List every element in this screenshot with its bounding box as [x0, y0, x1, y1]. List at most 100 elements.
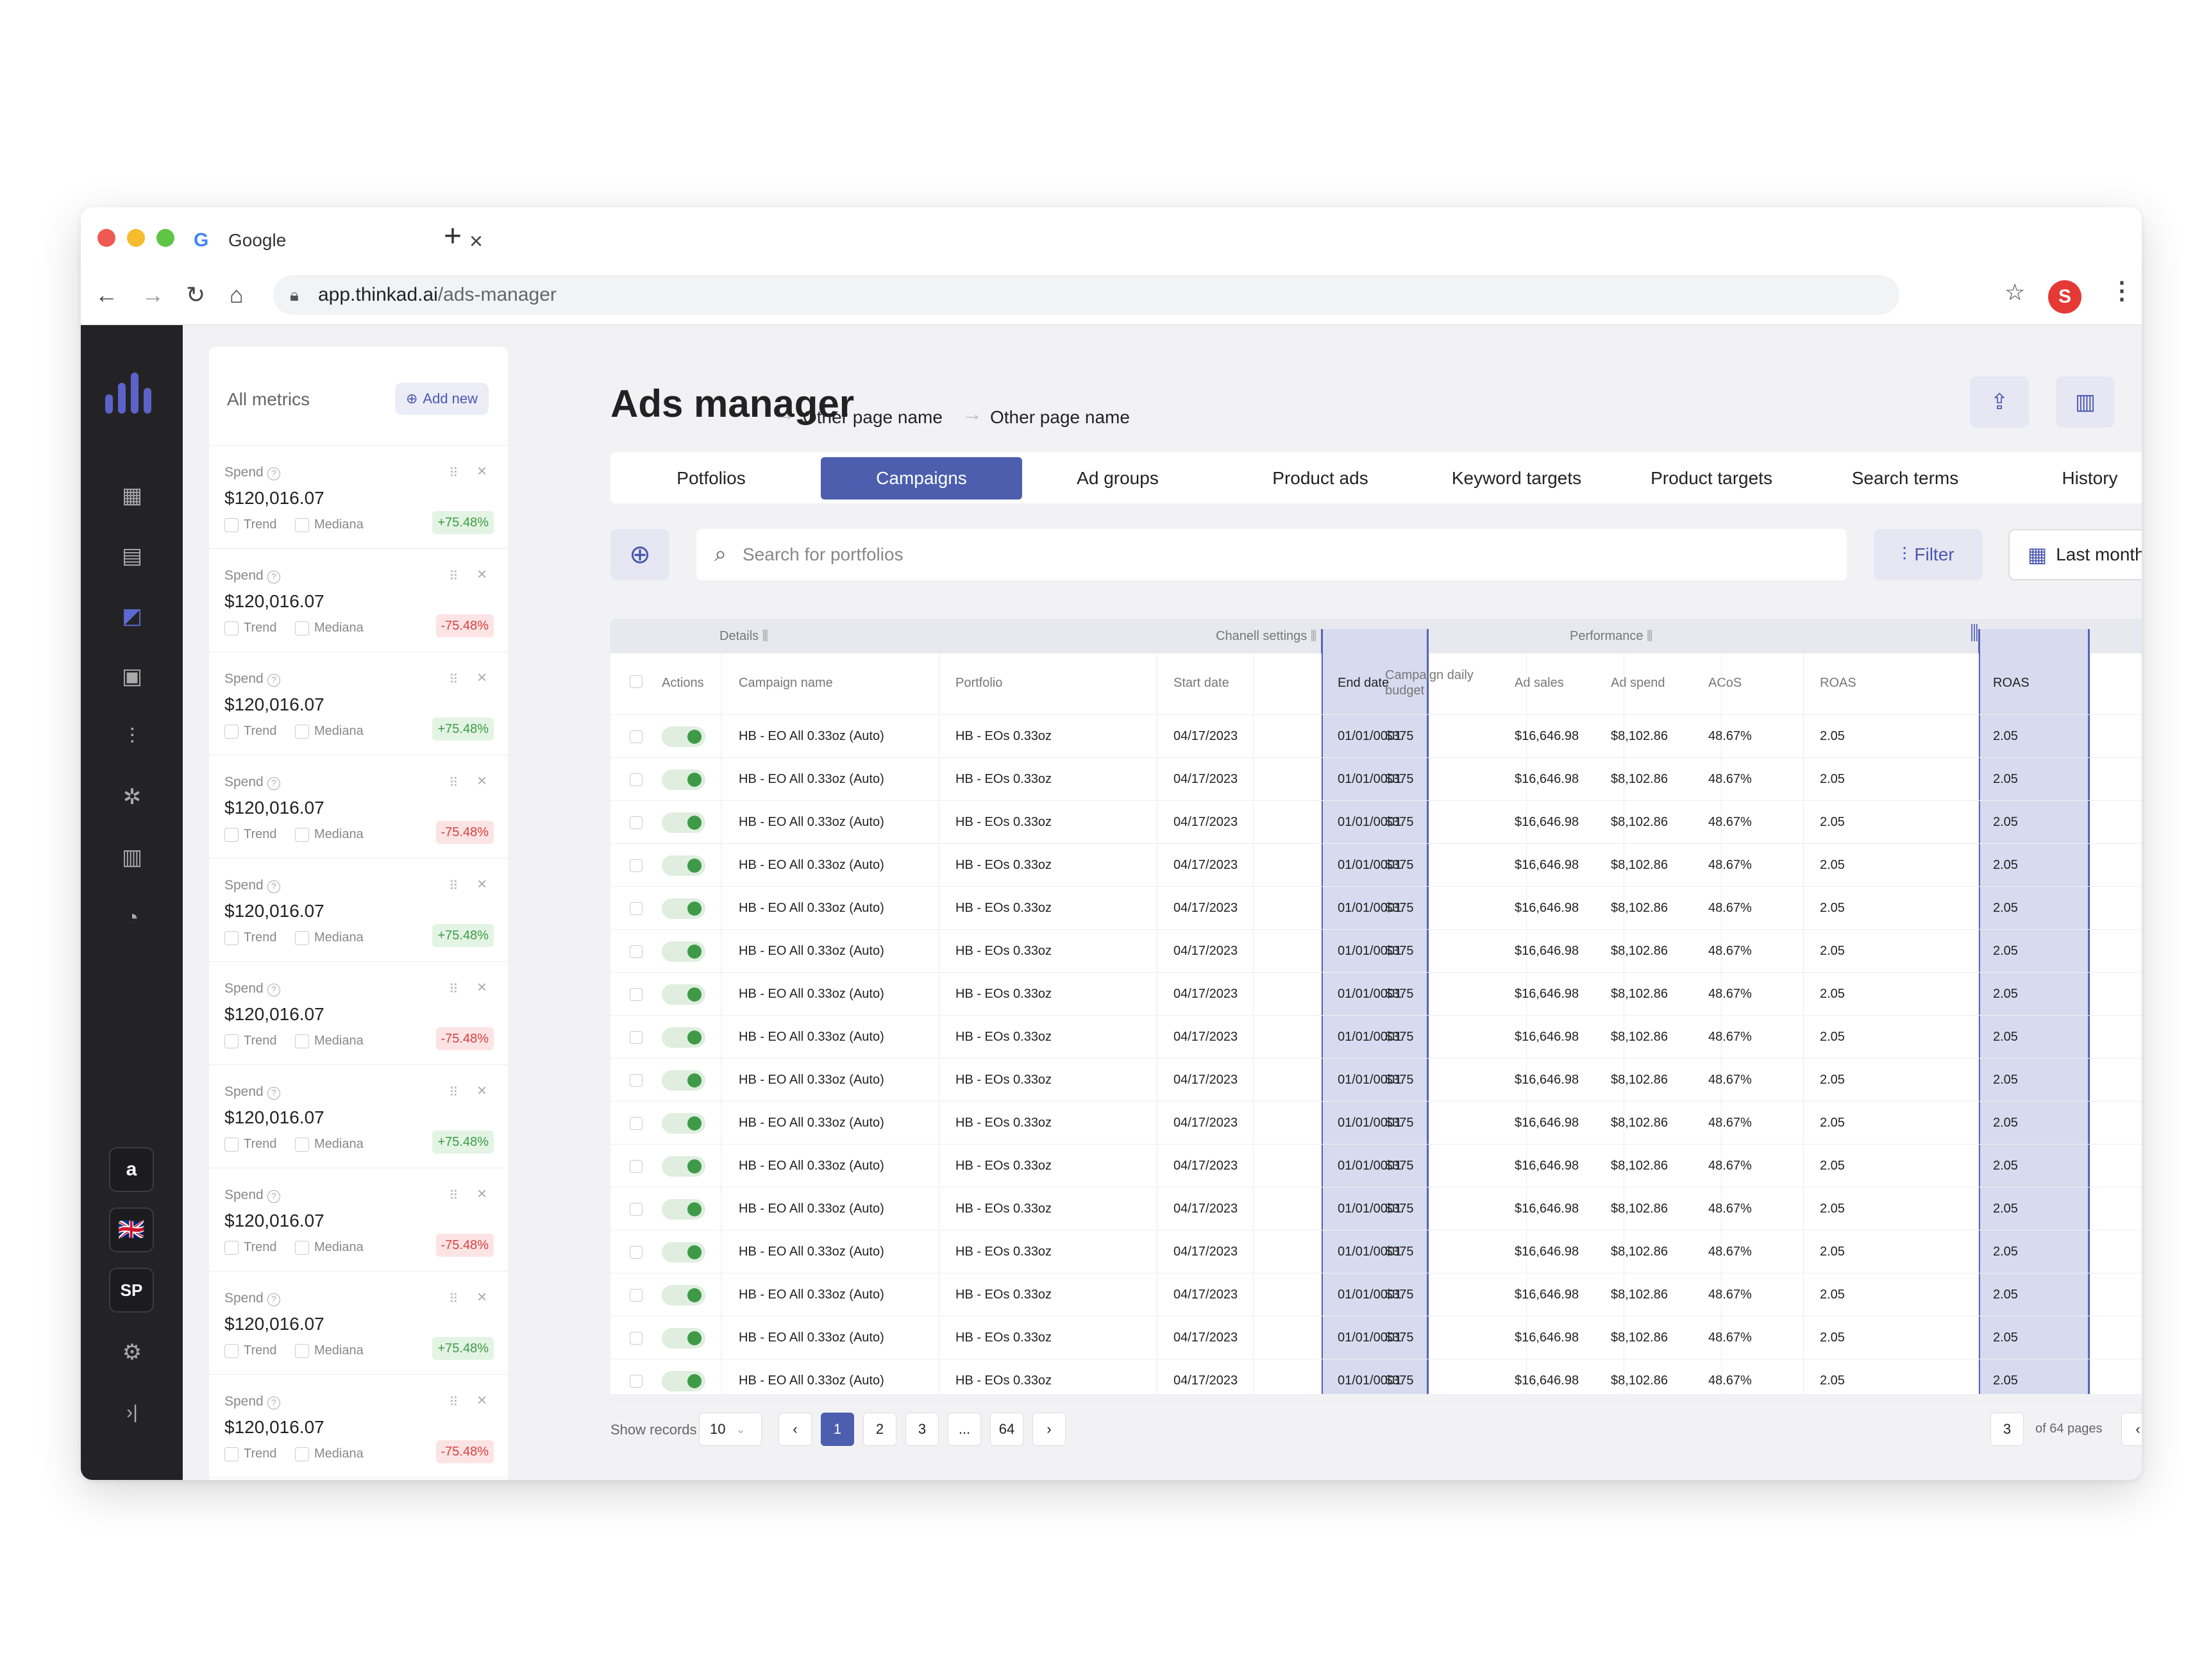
trend-option[interactable]: Trend [224, 1034, 277, 1048]
row-checkbox[interactable] [630, 1074, 643, 1087]
budget-cell[interactable]: $375 [1385, 1245, 1414, 1259]
growth-icon[interactable]: ⫶ [114, 719, 150, 755]
group-details[interactable]: Details ⫼ [719, 629, 768, 644]
help-icon[interactable]: ? [267, 674, 280, 687]
column-header-actions[interactable]: Actions [662, 675, 704, 691]
trend-checkbox[interactable] [224, 930, 239, 945]
mediana-option[interactable]: Mediana [295, 1034, 364, 1048]
status-toggle[interactable] [662, 941, 705, 962]
drag-handle-icon[interactable]: ⠿ [449, 878, 458, 894]
mediana-option[interactable]: Mediana [295, 930, 364, 945]
drag-handle-icon[interactable]: ⠿ [449, 981, 458, 997]
budget-cell[interactable]: $375 [1385, 1030, 1414, 1045]
columns-icon[interactable]: ⫼ [1647, 629, 1652, 643]
breadcrumb-item[interactable]: Other page name [990, 407, 1130, 428]
campaign-name-cell[interactable]: HB - EO All 0.33oz (Auto) [739, 987, 884, 1002]
trend-checkbox[interactable] [224, 1034, 239, 1048]
close-icon[interactable]: × [477, 564, 487, 584]
table-row[interactable]: HB - EO All 0.33oz (Auto) HB - EOs 0.33oz… [610, 930, 2142, 973]
trend-option[interactable]: Trend [224, 827, 277, 842]
row-checkbox[interactable] [630, 1031, 643, 1044]
mediana-option[interactable]: Mediana [295, 517, 364, 532]
expand-sidebar-icon[interactable]: ›| [114, 1395, 150, 1431]
row-checkbox[interactable] [630, 730, 643, 743]
mediana-checkbox[interactable] [295, 827, 309, 842]
row-checkbox[interactable] [630, 1160, 643, 1173]
page-button[interactable]: 64 [990, 1413, 1023, 1446]
help-icon[interactable]: ? [267, 984, 280, 996]
campaign-name-cell[interactable]: HB - EO All 0.33oz (Auto) [739, 1245, 884, 1259]
trend-option[interactable]: Trend [224, 930, 277, 945]
close-window-button[interactable] [97, 229, 115, 247]
row-checkbox[interactable] [630, 1332, 643, 1345]
status-toggle[interactable] [662, 855, 705, 876]
campaign-name-cell[interactable]: HB - EO All 0.33oz (Auto) [739, 1030, 884, 1045]
budget-cell[interactable]: $375 [1385, 815, 1414, 830]
uk-flag-icon[interactable]: 🇬🇧 [109, 1207, 154, 1252]
report-button[interactable]: ▥ [2056, 376, 2115, 428]
trend-checkbox[interactable] [224, 1240, 239, 1255]
metric-card[interactable]: Spend? ⠿ × $120,016.07 Trend Mediana -75… [209, 549, 508, 652]
dashboard-icon[interactable]: ▦ [114, 478, 150, 514]
column-header-campaign-name[interactable]: Campaign name [739, 675, 833, 691]
mediana-checkbox[interactable] [295, 1137, 309, 1152]
trend-option[interactable]: Trend [224, 1137, 277, 1152]
table-row[interactable]: HB - EO All 0.33oz (Auto) HB - EOs 0.33oz… [610, 1273, 2142, 1316]
mediana-checkbox[interactable] [295, 1343, 309, 1358]
archive-icon[interactable]: ▣ [114, 659, 150, 694]
add-new-metric-button[interactable]: ⊕ Add new [395, 383, 489, 415]
table-row[interactable]: HB - EO All 0.33oz (Auto) HB - EOs 0.33oz… [610, 887, 2142, 930]
campaign-name-cell[interactable]: HB - EO All 0.33oz (Auto) [739, 1373, 884, 1388]
tab-search-terms[interactable]: Search terms [1804, 457, 2006, 500]
close-icon[interactable]: × [477, 977, 487, 997]
mediana-option[interactable]: Mediana [295, 1447, 364, 1461]
reload-icon[interactable]: ↻ [186, 281, 205, 308]
trend-option[interactable]: Trend [224, 1447, 277, 1461]
help-icon[interactable]: ? [267, 1293, 280, 1306]
table-row[interactable]: HB - EO All 0.33oz (Auto) HB - EOs 0.33oz… [610, 1231, 2142, 1273]
budget-cell[interactable]: $375 [1385, 987, 1414, 1002]
tab-campaigns[interactable]: Campaigns [821, 457, 1022, 500]
budget-cell[interactable]: $375 [1385, 1373, 1414, 1388]
minimize-window-button[interactable] [127, 229, 145, 247]
trend-chart-icon[interactable]: ◩ [114, 598, 150, 634]
row-checkbox[interactable] [630, 1375, 643, 1388]
home-icon[interactable]: ⌂ [230, 281, 244, 308]
mediana-option[interactable]: Mediana [295, 724, 364, 739]
campaign-name-cell[interactable]: HB - EO All 0.33oz (Auto) [739, 1073, 884, 1088]
budget-cell[interactable]: $375 [1385, 1331, 1414, 1345]
help-icon[interactable]: ? [267, 571, 280, 584]
status-toggle[interactable] [662, 1285, 705, 1306]
mediana-option[interactable]: Mediana [295, 1240, 364, 1255]
table-row[interactable]: HB - EO All 0.33oz (Auto) HB - EOs 0.33oz… [610, 1359, 2142, 1402]
campaign-name-cell[interactable]: HB - EO All 0.33oz (Auto) [739, 729, 884, 744]
drag-handle-icon[interactable]: ⠿ [449, 465, 458, 481]
breadcrumb-item[interactable]: Other page name [803, 407, 943, 428]
row-checkbox[interactable] [630, 1289, 643, 1302]
table-row[interactable]: HB - EO All 0.33oz (Auto) HB - EOs 0.33oz… [610, 1059, 2142, 1102]
trend-checkbox[interactable] [224, 621, 239, 635]
tab-history[interactable]: History [1989, 457, 2142, 500]
records-per-page-select[interactable]: 10 ⌄ [699, 1413, 762, 1446]
search-input[interactable]: ⌕ Search for portfolios [696, 529, 1847, 580]
mediana-checkbox[interactable] [295, 1240, 309, 1255]
drag-handle-icon[interactable]: ⠿ [449, 1394, 458, 1410]
tab-product-targets[interactable]: Product targets [1611, 457, 1812, 500]
status-toggle[interactable] [662, 769, 705, 790]
drag-handle-icon[interactable]: ⠿ [449, 568, 458, 584]
close-icon[interactable]: × [477, 1287, 487, 1307]
mediana-checkbox[interactable] [295, 1447, 309, 1461]
page-ellipsis[interactable]: ... [948, 1413, 981, 1446]
help-icon[interactable]: ? [267, 1397, 280, 1409]
row-checkbox[interactable] [630, 988, 643, 1001]
campaign-name-cell[interactable]: HB - EO All 0.33oz (Auto) [739, 772, 884, 787]
metric-card[interactable]: Spend? ⠿ × $120,016.07 Trend Mediana -75… [209, 755, 508, 859]
status-toggle[interactable] [662, 1371, 705, 1391]
clipboard-icon[interactable]: ▤ [114, 538, 150, 574]
bookmark-star-icon[interactable]: ☆ [2005, 279, 2025, 306]
help-icon[interactable]: ? [267, 880, 280, 893]
next-page-button[interactable]: › [1032, 1413, 1066, 1446]
status-toggle[interactable] [662, 1328, 705, 1348]
column-header-campaign-daily-budget[interactable]: Campaign daily budget [1385, 668, 1475, 698]
close-tab-icon[interactable]: × [469, 228, 483, 255]
